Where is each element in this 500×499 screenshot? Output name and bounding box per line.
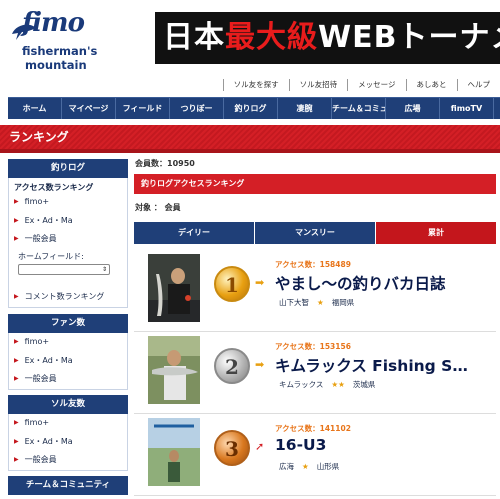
blog-title-link[interactable]: キムラックス Fishing S… [275,354,468,376]
main-nav-hiroba[interactable]: 広場 [386,98,440,119]
ranking-tabs: デイリー マンスリー 累計 [134,222,496,244]
utility-nav: ソル友を探す ソル友招待 メッセージ あしあと ヘルプ [222,79,500,91]
sidebar-section-access-ranking: アクセス数ランキング [14,183,94,192]
main-nav-team-community[interactable]: チーム＆コミュ [332,98,386,119]
main-nav-sugoude[interactable]: 凄腕 [278,98,332,119]
access-count: アクセス数：141102 [275,424,351,433]
rank-star-icon: ★★ [331,380,345,389]
rank-trend-icon: ➡ [255,358,265,371]
sidebar-head-team: チーム＆コミュニティ [8,476,128,495]
sidebar-head-tsurilog: 釣りログ [8,159,128,178]
blog-avatar-photo[interactable] [148,418,200,486]
blog-author-link[interactable]: 広海 [279,462,294,471]
tab-total[interactable]: 累計 [376,222,496,244]
select-arrows-icon: ⇕ [101,266,107,273]
banner-text-post: WEBトーナメ [318,20,500,55]
nav-find-friends[interactable]: ソル友を探す [222,79,289,91]
blog-meta: キムラックス ★★ 茨城県 [279,379,375,390]
logo-tagline-1: fisherman's [22,44,98,58]
sidebar-link-general[interactable]: 一般会員 [14,233,57,244]
member-count: 会員数：10950 [135,159,195,168]
blog-meta: 山下大智 ★ 福岡県 [279,297,354,308]
access-count: アクセス数：153156 [275,342,351,351]
fimo-logo[interactable]: fimo fisherman's mountain [8,8,128,78]
sidebar-link-fimoplus[interactable]: fimo+ [14,197,49,206]
home-field-select[interactable]: ⇕ [18,264,110,275]
sidebar-fans-ex-ad-ma[interactable]: Ex・Ad・Ma [14,355,73,366]
rank-medal: 3 [214,430,250,466]
sidebar-head-fans: ファン数 [8,314,128,333]
nav-footprints[interactable]: あしあと [405,79,457,91]
sidebar-link-ex-ad-ma[interactable]: Ex・Ad・Ma [14,215,73,226]
sidebar-sol-ex-ad-ma[interactable]: Ex・Ad・Ma [14,436,73,447]
rank-trend-icon: ➡ [255,276,265,289]
rank-star-icon: ★ [317,298,324,307]
sidebar-head-sol: ソル友数 [8,395,128,414]
blog-avatar-photo[interactable] [148,254,200,322]
page-title: ランキング [9,130,69,144]
tab-monthly[interactable]: マンスリー [255,222,376,244]
main-nav: ホーム マイページ フィールド つりぼー 釣りログ 凄腕 チーム＆コミュ 広場 … [8,97,500,119]
blog-author-link[interactable]: 山下大智 [279,298,309,307]
tournament-banner[interactable]: 日本最大級WEBトーナメ [155,12,500,64]
sidebar-fans-general[interactable]: 一般会員 [14,373,57,384]
ranking-row: 1 ➡ アクセス数：158489 やまし～の釣りバカ日誌 山下大智 ★ 福岡県 [134,252,496,332]
blog-avatar-photo[interactable] [148,336,200,404]
rank-trend-icon: ➚ [255,440,265,453]
main-nav-tsurilog[interactable]: 釣りログ [224,98,278,119]
sidebar-sol-general[interactable]: 一般会員 [14,454,57,465]
blog-prefecture: 茨城県 [352,380,376,389]
ranking-subtitle: 釣りログアクセスランキング [134,174,496,194]
sidebar-sol-fimoplus[interactable]: fimo+ [14,418,49,427]
page-title-bar: ランキング [0,125,500,149]
ranking-row: 3 ➚ アクセス数：141102 16-U3 広海 ★ 山形県 [134,416,496,496]
ranking-target: 対象 ： 会員 [135,203,181,212]
nav-invite-friends[interactable]: ソル友招待 [288,79,348,91]
blog-title-link[interactable]: 16-U3 [275,436,326,454]
main-nav-tsuribo[interactable]: つりぼー [170,98,224,119]
logo-wordmark: fimo [22,8,85,38]
blog-meta: 広海 ★ 山形県 [279,461,339,472]
rank-star-icon: ★ [302,462,309,471]
sidebar-link-comment-ranking[interactable]: コメント数ランキング [14,291,105,302]
nav-help[interactable]: ヘルプ [456,79,500,91]
main-nav-home[interactable]: ホーム [8,98,62,119]
blog-author-link[interactable]: キムラックス [279,380,323,389]
logo-tagline-2: mountain [25,58,87,72]
main-nav-field[interactable]: フィールド [116,98,170,119]
home-field-label: ホームフィールド: [18,252,84,261]
sidebar-fans-fimoplus[interactable]: fimo+ [14,337,49,346]
rank-medal: 2 [214,348,250,384]
blog-prefecture: 福岡県 [331,298,355,307]
blog-title-link[interactable]: やまし～の釣りバカ日誌 [275,272,446,294]
ranking-row: 2 ➡ アクセス数：153156 キムラックス Fishing S… キムラック… [134,334,496,414]
main-nav-fimotv[interactable]: fimoTV [440,98,494,119]
title-underline [0,149,500,153]
banner-text-pre: 日本 [163,20,225,55]
nav-messages[interactable]: メッセージ [347,79,405,91]
rank-medal: 1 [214,266,250,302]
banner-text-red: 最大級 [225,20,318,55]
blog-prefecture: 山形県 [316,462,340,471]
tab-daily[interactable]: デイリー [134,222,255,244]
main-nav-mypage[interactable]: マイページ [62,98,116,119]
access-count: アクセス数：158489 [275,260,351,269]
